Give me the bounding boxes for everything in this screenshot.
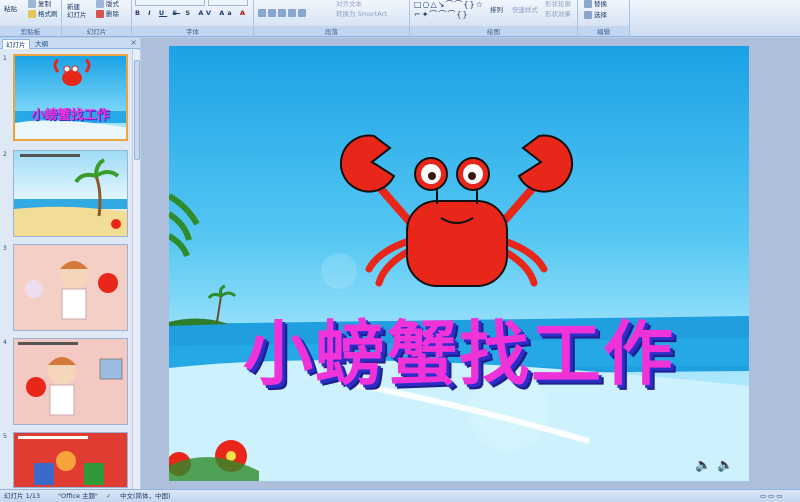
- speaker-icon[interactable]: 🔈: [695, 458, 711, 473]
- format-painter-icon: [28, 10, 36, 18]
- format-painter-button[interactable]: 格式刷: [28, 8, 58, 18]
- thumb3-art: [14, 245, 127, 330]
- copy-label: 复制: [38, 0, 51, 8]
- slides-group-label: 幻灯片: [62, 26, 131, 36]
- shape-outline-button[interactable]: 形状轮廓: [545, 0, 571, 8]
- tab-outline[interactable]: 大纲: [32, 39, 51, 49]
- clipboard-group: 粘贴 复制 格式刷 剪贴板: [0, 0, 62, 37]
- font-group: B I U S S AV Aa A 字体: [132, 0, 254, 37]
- thumb-number: 4: [3, 339, 7, 346]
- drawing-group-label: 绘图: [410, 26, 577, 36]
- select-label: 选择: [594, 11, 607, 19]
- copy-button[interactable]: 复制: [28, 0, 51, 8]
- sidebar-tabs: 幻灯片 大纲 ×: [0, 38, 140, 49]
- layout-icon: [96, 0, 104, 8]
- thumb2-art: [14, 154, 127, 236]
- speaker-icon[interactable]: 🔈: [717, 458, 733, 473]
- delete-label: 删除: [106, 10, 119, 18]
- arrange-button[interactable]: 排列: [490, 4, 503, 14]
- replace-icon: [584, 0, 592, 8]
- replace-button[interactable]: 替换: [584, 0, 607, 8]
- thumb-number: 2: [3, 151, 7, 158]
- paste-button[interactable]: 粘贴: [4, 3, 17, 13]
- select-button[interactable]: 选择: [584, 9, 607, 19]
- bold-button[interactable]: B: [135, 9, 143, 17]
- align-left-icon[interactable]: [258, 9, 266, 17]
- quick-styles-button[interactable]: 快速样式: [512, 4, 538, 14]
- editing-group-label: 编辑: [578, 26, 629, 36]
- clipboard-group-label: 剪贴板: [0, 26, 61, 36]
- slide-sidebar: 幻灯片 大纲 × 1 小螃蟹找工作 2 3 4 5: [0, 38, 140, 489]
- paragraph-group: 对齐文本 转换为 SmartArt 段落: [254, 0, 410, 37]
- align-right-icon[interactable]: [278, 9, 286, 17]
- smartart-button[interactable]: 转换为 SmartArt: [336, 8, 387, 18]
- sidebar-scrollbar[interactable]: [132, 50, 140, 489]
- crab-illustration: [339, 134, 574, 287]
- format-painter-label: 格式刷: [38, 10, 58, 18]
- delete-slide-button[interactable]: 删除: [96, 8, 119, 18]
- editing-group: 替换 选择 编辑: [578, 0, 630, 37]
- slide-thumbnail-4[interactable]: [13, 338, 128, 425]
- drawing-group: □○△↘⌒⌒{}☆ ⌐✦⌒⌒⌒{} 排列 快速样式 形状轮廓 形状效果 绘图: [410, 0, 578, 37]
- new-slide-button[interactable]: 新建 幻灯片: [67, 3, 87, 19]
- copy-icon: [28, 0, 36, 8]
- columns-icon[interactable]: [298, 9, 306, 17]
- language: 中文(简体，中国): [120, 492, 171, 500]
- paste-label: 粘贴: [4, 5, 17, 13]
- slide-count: 幻灯片 1/13: [4, 492, 41, 500]
- current-slide[interactable]: 小螃蟹找工作 🔈 🔈: [169, 46, 749, 481]
- font-name-box[interactable]: [135, 0, 205, 6]
- thumb-number: 3: [3, 245, 7, 252]
- shadow-button[interactable]: S: [185, 9, 193, 17]
- thumb4-art: [18, 342, 123, 416]
- slide-thumbnail-5[interactable]: [13, 432, 128, 488]
- theme-name: "Office 主题": [58, 492, 99, 500]
- tab-slides[interactable]: 幻灯片: [2, 39, 30, 49]
- paragraph-group-label: 段落: [254, 26, 409, 36]
- spellcheck-icon[interactable]: ✓: [106, 490, 111, 502]
- slide-title[interactable]: 小螃蟹找工作: [169, 298, 749, 399]
- font-color-button[interactable]: A: [240, 9, 248, 17]
- justify-icon[interactable]: [288, 9, 296, 17]
- font-group-label: 字体: [132, 26, 253, 36]
- shape-effects-button[interactable]: 形状效果: [545, 8, 571, 18]
- slides-group: 新建 幻灯片 版式 删除 幻灯片: [62, 0, 132, 37]
- status-bar: 幻灯片 1/13 "Office 主题" ✓ 中文(简体，中国) ▭▭▭: [0, 489, 800, 502]
- font-format-buttons[interactable]: B I U S S AV Aa A: [135, 9, 248, 17]
- font-size-box[interactable]: [208, 0, 248, 6]
- underline-button[interactable]: U: [159, 9, 167, 17]
- slide-canvas: 小螃蟹找工作 🔈 🔈: [141, 38, 800, 489]
- slide-thumbnail-3[interactable]: [13, 244, 128, 331]
- scrollbar-thumb[interactable]: [134, 60, 140, 160]
- select-icon: [584, 11, 592, 19]
- thumb1-art: [15, 58, 126, 139]
- view-buttons[interactable]: ▭▭▭: [760, 490, 784, 502]
- thumb-number: 1: [3, 55, 7, 62]
- ribbon: 粘贴 复制 格式刷 剪贴板 新建 幻灯片 版式 删除 幻灯片 B I U S S…: [0, 0, 800, 37]
- layout-button[interactable]: 版式: [96, 0, 119, 8]
- shapes-gallery-row2[interactable]: ⌐✦⌒⌒⌒{}: [414, 9, 469, 20]
- thumb5-art: [18, 436, 104, 485]
- italic-button[interactable]: I: [148, 9, 153, 17]
- align-text-button[interactable]: 对齐文本: [336, 0, 362, 8]
- slide-background-art: [169, 134, 749, 481]
- slide-thumbnail-2[interactable]: [13, 150, 128, 237]
- slide-thumbnail-1[interactable]: 小螃蟹找工作: [13, 54, 128, 141]
- case-button[interactable]: Aa: [219, 9, 234, 17]
- delete-icon: [96, 10, 104, 18]
- strike-button[interactable]: S: [172, 9, 180, 17]
- thumb-number: 5: [3, 433, 7, 440]
- thumb1-title: 小螃蟹找工作: [31, 108, 110, 123]
- align-buttons[interactable]: [258, 9, 308, 17]
- layout-label: 版式: [106, 0, 119, 8]
- spacing-button[interactable]: AV: [198, 9, 214, 17]
- close-icon[interactable]: ×: [130, 38, 137, 47]
- replace-label: 替换: [594, 0, 607, 8]
- align-center-icon[interactable]: [268, 9, 276, 17]
